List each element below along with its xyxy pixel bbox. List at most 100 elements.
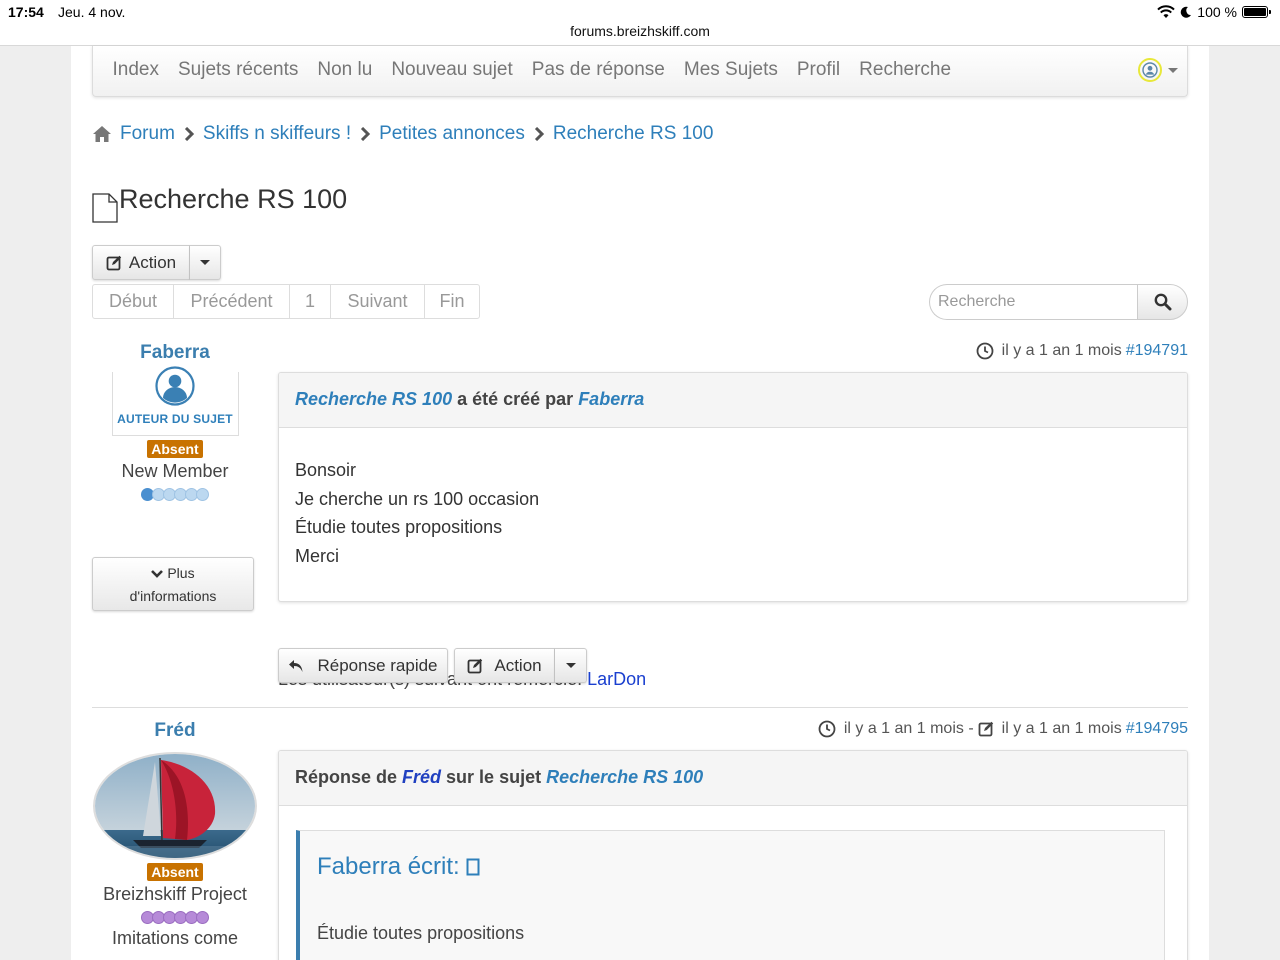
- nav-item-no-reply[interactable]: Pas de réponse: [522, 59, 674, 81]
- header-topic-link[interactable]: Recherche RS 100: [546, 767, 703, 787]
- post-permalink[interactable]: #194795: [1126, 720, 1188, 738]
- action-label: Action: [128, 252, 177, 272]
- author-name[interactable]: Fréd: [92, 720, 258, 742]
- header-text: sur le sujet: [441, 767, 547, 787]
- nav-item-profile[interactable]: Profil: [787, 59, 849, 81]
- rank-dot: [196, 911, 209, 924]
- user-menu[interactable]: [1138, 58, 1178, 82]
- more-info-line1: Plus: [167, 565, 195, 581]
- quote-link-icon[interactable]: [466, 858, 480, 876]
- post-panel: Réponse de Fréd sur le sujet Recherche R…: [278, 750, 1188, 960]
- pagination-prev[interactable]: Précédent: [173, 284, 290, 319]
- post-line: Étudie toutes propositions: [295, 517, 503, 537]
- nav-item-new-topic[interactable]: Nouveau sujet: [382, 59, 522, 81]
- breadcrumb-classifieds[interactable]: Petites annonces: [379, 123, 525, 145]
- quick-reply-label: Réponse rapide: [317, 655, 438, 675]
- breadcrumb-skiffs[interactable]: Skiffs n skiffeurs !: [203, 123, 351, 145]
- post-194791: Faberra AUTEUR DU SUJET Absent New Membe…: [92, 342, 1188, 689]
- search-icon: [1154, 293, 1171, 311]
- moon-icon: [1181, 6, 1192, 18]
- pagination-next[interactable]: Suivant: [330, 284, 425, 319]
- post-author-column: Fréd Absent Breizhskiff Project Imitatio…: [92, 720, 258, 949]
- post-divider: [92, 707, 1188, 708]
- post-action-button[interactable]: Action: [454, 648, 555, 683]
- nav-item-recent-topics[interactable]: Sujets récents: [168, 59, 307, 81]
- topic-action-button[interactable]: Action: [92, 245, 190, 280]
- wifi-icon: [1157, 5, 1176, 18]
- url-bar[interactable]: forums.breizhskiff.com: [0, 23, 1280, 39]
- author-name[interactable]: Faberra: [92, 342, 258, 364]
- pagination-page-1[interactable]: 1: [289, 284, 331, 319]
- caret-down-icon: [565, 663, 576, 668]
- search-button[interactable]: [1137, 284, 1188, 320]
- nav-item-index[interactable]: Index: [103, 59, 168, 81]
- post-author-column: Faberra AUTEUR DU SUJET Absent New Membe…: [92, 342, 258, 501]
- header-user-link[interactable]: Fréd: [402, 767, 441, 787]
- breadcrumb-forum[interactable]: Forum: [120, 123, 175, 145]
- post-time: il y a 1 an 1 mois -: [843, 720, 974, 737]
- header-topic-link[interactable]: Recherche RS 100: [295, 389, 452, 409]
- quote-author: Faberra écrit:: [317, 853, 467, 880]
- rank-dots: [92, 488, 258, 501]
- pagination-last[interactable]: Fin: [424, 284, 480, 319]
- topic-action-dropdown[interactable]: [190, 245, 221, 280]
- user-avatar-icon[interactable]: [155, 366, 195, 406]
- post-line: Bonsoir: [295, 460, 357, 480]
- post-action-group: Action: [454, 648, 587, 683]
- clock-icon: [976, 342, 994, 360]
- thanks-user-link[interactable]: LarDon: [587, 669, 646, 689]
- post-permalink[interactable]: #194791: [1126, 342, 1188, 360]
- post-meta: il y a 1 an 1 mois #194791: [976, 342, 1188, 360]
- sailboat-photo: [95, 754, 255, 858]
- home-icon[interactable]: [92, 125, 112, 143]
- post-header: Recherche RS 100 a été créé par Faberra: [279, 373, 1187, 428]
- post-edit-time: il y a 1 an 1 mois: [1001, 720, 1122, 737]
- quote-block: Faberra écrit: Étudie toutes proposition…: [296, 830, 1165, 960]
- post-panel: Recherche RS 100 a été créé par Faberra …: [278, 372, 1188, 602]
- ios-status-bar: 17:54 Jeu. 4 nov. 100 % forums.breizhski…: [0, 0, 1280, 46]
- more-info-button[interactable]: Plus d'informations: [92, 557, 254, 611]
- pagination-first[interactable]: Début: [92, 284, 174, 319]
- breadcrumb-topic[interactable]: Recherche RS 100: [553, 123, 714, 145]
- header-user-link[interactable]: Faberra: [578, 389, 644, 409]
- search-input[interactable]: [929, 284, 1137, 320]
- post-action-dropdown[interactable]: [555, 648, 587, 683]
- page-container: Index Sujets récents Non lu Nouveau suje…: [71, 46, 1209, 960]
- main-nav: Index Sujets récents Non lu Nouveau suje…: [92, 46, 1188, 97]
- chevron-right-icon: [534, 127, 544, 141]
- chevron-right-icon: [361, 127, 371, 141]
- breadcrumb: Forum Skiffs n skiffeurs ! Petites annon…: [92, 123, 713, 145]
- page-title: Recherche RS 100: [119, 184, 348, 214]
- quote-title: Faberra écrit:: [300, 831, 1164, 901]
- quick-reply-group: Réponse rapide: [278, 648, 448, 683]
- user-rank-extra: Imitations come: [111, 928, 239, 948]
- post-meta: il y a 1 an 1 mois - il y a 1 an 1 mois …: [818, 720, 1188, 738]
- nav-item-my-topics[interactable]: Mes Sujets: [674, 59, 787, 81]
- header-text: a été créé par: [452, 389, 579, 409]
- nav-item-unread[interactable]: Non lu: [308, 59, 382, 81]
- post-action-label: Action: [494, 655, 542, 675]
- nav-item-search[interactable]: Recherche: [850, 59, 961, 81]
- caret-down-icon: [200, 260, 210, 265]
- status-right: 100 %: [1157, 4, 1271, 20]
- topic-author-badge: AUTEUR DU SUJET: [117, 412, 233, 426]
- quick-reply-button[interactable]: Réponse rapide: [278, 648, 448, 683]
- user-photo-avatar[interactable]: [93, 752, 257, 860]
- more-info-line2: d'informations: [129, 588, 217, 604]
- pagination: Début Précédent 1 Suivant Fin: [92, 284, 480, 319]
- user-rank: New Member: [121, 461, 229, 481]
- battery-icon: [1242, 6, 1271, 18]
- chevron-right-icon: [184, 127, 195, 141]
- document-icon: [92, 193, 118, 223]
- clock-icon: [818, 720, 836, 738]
- post-194795: Fréd Absent Breizhskiff Project Imitatio…: [92, 720, 1188, 960]
- post-time: il y a 1 an 1 mois: [1001, 342, 1122, 359]
- status-time: 17:54: [8, 4, 44, 20]
- status-badge: Absent: [147, 863, 203, 881]
- search-box: [929, 284, 1188, 320]
- user-avatar-icon[interactable]: [1138, 58, 1162, 82]
- post-header: Réponse de Fréd sur le sujet Recherche R…: [279, 751, 1187, 806]
- chevron-down-icon[interactable]: [1168, 67, 1178, 73]
- topic-title-row: Recherche RS 100: [92, 184, 348, 223]
- edit-icon: [106, 255, 122, 270]
